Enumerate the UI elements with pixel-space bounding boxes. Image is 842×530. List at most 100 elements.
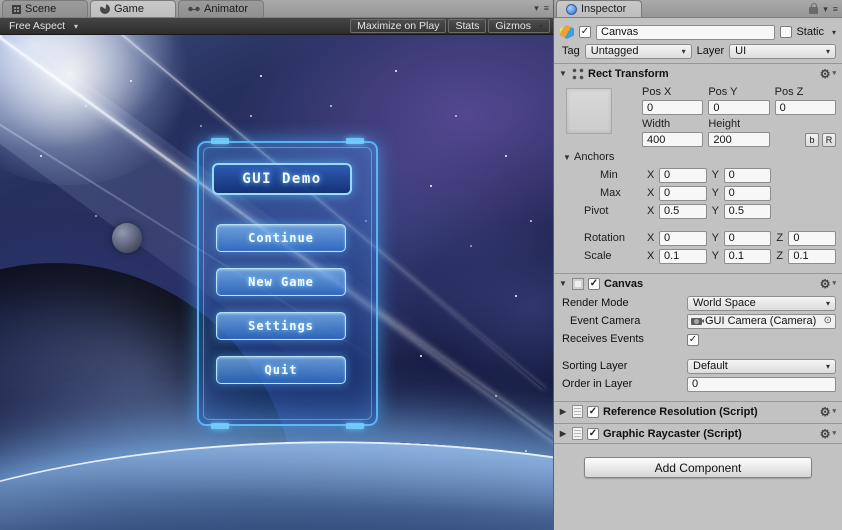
pane-dropdown-icon[interactable]: ▾ (534, 3, 539, 13)
new-game-button[interactable]: New Game (216, 268, 346, 296)
settings-button[interactable]: Settings (216, 312, 346, 340)
game-viewport: GUI Demo Continue New Game Settings Quit (0, 35, 553, 530)
canvas-enabled-checkbox[interactable]: ✓ (588, 277, 600, 290)
blueprint-mode-button[interactable]: b (804, 132, 819, 147)
lock-icon[interactable] (809, 3, 819, 14)
left-pane-menu[interactable]: ▾ ≡ (534, 3, 549, 13)
event-camera-field[interactable]: GUI Camera (Camera) ⊙ (687, 313, 836, 329)
receives-events-checkbox[interactable]: ✓ (687, 333, 699, 346)
reference-resolution-checkbox[interactable]: ✓ (587, 405, 599, 418)
anchors-foldout[interactable]: ▼ Anchors (562, 151, 642, 163)
sorting-layer-value: Default (693, 360, 728, 372)
graphic-raycaster-header[interactable]: ▶ ✓ Graphic Raycaster (Script) ⚙ ▾ (554, 424, 842, 443)
order-in-layer-field[interactable]: 0 (687, 376, 836, 392)
aspect-dropdown[interactable]: Free Aspect ▾ (3, 19, 84, 34)
gizmos-label: Gizmos (495, 20, 531, 32)
tab-animator[interactable]: Animator (178, 0, 264, 17)
pos-x-field[interactable]: 0 (642, 100, 704, 115)
min-y-value: 0 (728, 169, 735, 181)
render-mode-dropdown[interactable]: World Space ▾ (687, 295, 836, 311)
maximize-on-play-button[interactable]: Maximize on Play (350, 19, 447, 33)
check-icon: ✓ (580, 26, 590, 37)
foldout-closed-icon[interactable]: ▶ (558, 407, 568, 416)
inspector-pane-menu[interactable]: ▾ ≡ (809, 3, 838, 14)
check-icon: ✓ (588, 405, 598, 417)
component-menu[interactable]: ⚙ ▾ (820, 68, 836, 80)
pane-menu-icon[interactable]: ≡ (833, 4, 838, 14)
anchor-preset-button[interactable] (566, 88, 612, 134)
y-axis-label: Y (711, 169, 719, 181)
foldout-open-icon[interactable]: ▼ (558, 69, 568, 78)
rotation-z-value: 0 (793, 232, 800, 244)
reference-resolution-header[interactable]: ▶ ✓ Reference Resolution (Script) ⚙ ▾ (554, 402, 842, 421)
min-y-field[interactable]: 0 (723, 167, 772, 183)
gizmos-button[interactable]: Gizmos ▾ (488, 19, 550, 33)
rect-transform-header[interactable]: ▼ Rect Transform ⚙ ▾ (554, 64, 842, 83)
pivot-y-field[interactable]: 0.5 (723, 203, 772, 219)
pos-z-value: 0 (779, 101, 786, 114)
sorting-layer-dropdown[interactable]: Default ▾ (687, 358, 836, 374)
foldout-closed-icon[interactable]: ▶ (558, 429, 568, 438)
chevron-down-icon: ▾ (832, 69, 836, 77)
layer-dropdown[interactable]: UI ▾ (729, 43, 836, 59)
scale-y-value: 0.1 (728, 250, 744, 262)
name-field[interactable]: Canvas (596, 24, 776, 40)
check-icon: ✓ (688, 333, 698, 345)
max-x-field[interactable]: 0 (659, 185, 707, 201)
gear-icon[interactable]: ⚙ (820, 68, 831, 80)
pane-dropdown-icon[interactable]: ▾ (823, 4, 828, 14)
gear-icon[interactable]: ⚙ (820, 406, 831, 418)
component-menu[interactable]: ⚙ ▾ (820, 428, 836, 440)
scale-y-field[interactable]: 0.1 (723, 248, 772, 264)
scale-z-field[interactable]: 0.1 (788, 248, 836, 264)
order-in-layer-value: 0 (692, 378, 699, 390)
rotation-x-field[interactable]: 0 (659, 230, 707, 246)
max-y-field[interactable]: 0 (723, 185, 772, 201)
stats-button[interactable]: Stats (448, 19, 487, 33)
graphic-raycaster-checkbox[interactable]: ✓ (587, 427, 599, 440)
add-component-button[interactable]: Add Component (584, 457, 812, 478)
tag-dropdown[interactable]: Untagged ▾ (584, 43, 692, 59)
object-picker-icon[interactable]: ⊙ (824, 316, 832, 326)
continue-button[interactable]: Continue (216, 224, 346, 252)
canvas-component: ▼ ✓ Canvas ⚙ ▾ Render Mode World Space ▾… (554, 273, 842, 399)
scale-z-value: 0.1 (793, 250, 809, 262)
tab-inspector[interactable]: Inspector (556, 0, 642, 17)
min-x-field[interactable]: 0 (659, 167, 707, 183)
pivot-x-field[interactable]: 0.5 (659, 203, 707, 219)
width-field[interactable]: 400 (642, 132, 704, 147)
scene-icon (12, 4, 21, 14)
animator-icon (188, 4, 200, 14)
active-checkbox[interactable]: ✓ (579, 26, 591, 38)
panel-corner-accent (211, 423, 229, 429)
rotation-x-value: 0 (664, 232, 671, 244)
raw-edit-mode-button[interactable]: R (821, 132, 836, 147)
static-checkbox[interactable] (780, 26, 793, 38)
tab-scene[interactable]: Scene (2, 0, 88, 17)
gear-icon[interactable]: ⚙ (820, 428, 831, 440)
height-field[interactable]: 200 (708, 132, 770, 147)
canvas-header[interactable]: ▼ ✓ Canvas ⚙ ▾ (554, 274, 842, 293)
z-axis-label: Z (776, 250, 784, 262)
component-menu[interactable]: ⚙ ▾ (820, 278, 836, 290)
gear-icon[interactable]: ⚙ (820, 278, 831, 290)
tab-game[interactable]: Game (90, 0, 176, 17)
static-toggle[interactable]: Static ▾ (780, 26, 836, 38)
graphic-raycaster-component: ▶ ✓ Graphic Raycaster (Script) ⚙ ▾ (554, 423, 842, 444)
quit-button[interactable]: Quit (216, 356, 346, 384)
aspect-value: Free Aspect (9, 20, 66, 32)
position-size-grid: Pos X Pos Y Pos Z 0 0 0 Width Height 400… (642, 85, 836, 147)
component-menu[interactable]: ⚙ ▾ (820, 406, 836, 418)
foldout-open-icon[interactable]: ▼ (562, 153, 572, 162)
pane-menu-icon[interactable]: ≡ (544, 3, 549, 13)
scale-label: Scale (584, 250, 612, 262)
pos-y-field[interactable]: 0 (708, 100, 770, 115)
anchors-foldout-row: ▼ Anchors (554, 149, 842, 165)
foldout-open-icon[interactable]: ▼ (558, 279, 568, 288)
scale-x-field[interactable]: 0.1 (659, 248, 707, 264)
static-dropdown-icon[interactable]: ▾ (828, 28, 836, 37)
rotation-y-field[interactable]: 0 (723, 230, 772, 246)
rotation-z-field[interactable]: 0 (788, 230, 836, 246)
graphic-raycaster-title: Graphic Raycaster (Script) (603, 427, 742, 440)
pos-z-field[interactable]: 0 (774, 100, 836, 115)
